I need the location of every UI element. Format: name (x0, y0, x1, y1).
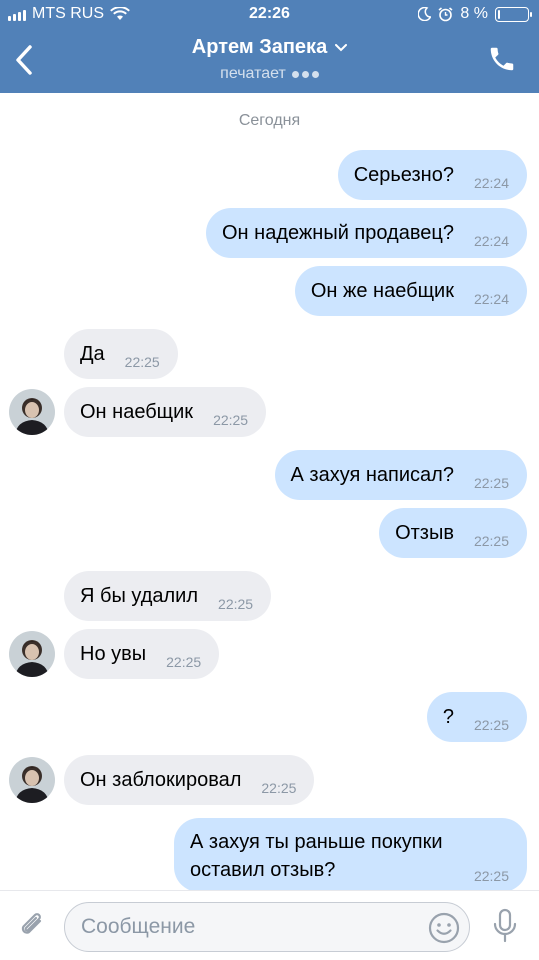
date-separator: Сегодня (238, 112, 301, 129)
message-time: 22:25 (473, 868, 509, 884)
message-text: Он же наебщик (310, 279, 454, 302)
message-time: 22:25 (124, 354, 160, 370)
message-text: Но увы (80, 642, 147, 665)
message-time: 22:24 (473, 233, 509, 249)
typing-dots-icon (291, 70, 319, 78)
phone-icon (490, 47, 514, 71)
message-bubble-incoming[interactable]: Я бы удалил 22:25 (64, 571, 272, 621)
message-list[interactable]: Сегодня Серьезно? 22:24 Он надежный прод… (0, 93, 539, 890)
message-text: Он надежный продавец? (222, 221, 454, 244)
message-bubble-incoming[interactable]: Он заблокировал 22:25 (64, 755, 315, 805)
message-time: 22:25 (218, 596, 254, 612)
message-field (64, 902, 470, 952)
message-bubble-incoming[interactable]: Да 22:25 (64, 329, 178, 379)
message-time: 22:25 (473, 533, 509, 549)
attach-button[interactable] (14, 907, 50, 943)
contact-avatar[interactable] (9, 389, 55, 435)
typing-status: печатает (0, 65, 539, 83)
message-time: 22:25 (473, 717, 509, 733)
battery-icon (495, 6, 532, 22)
message-text: Он наебщик (80, 400, 194, 423)
message-time: 22:25 (473, 475, 509, 491)
contact-avatar[interactable] (9, 631, 55, 677)
moon-icon (418, 7, 432, 21)
status-right: 8 % (418, 5, 532, 23)
battery-fill (498, 9, 500, 19)
microphone-icon (493, 908, 517, 943)
message-bubble-outgoing[interactable]: А захуя написал? 22:25 (274, 450, 527, 500)
message-text: А захуя написал? (290, 463, 454, 486)
message-time: 22:25 (166, 654, 202, 670)
message-bubble-outgoing[interactable]: ? 22:25 (426, 692, 527, 742)
voice-message-button[interactable] (487, 907, 523, 945)
message-text: ? (442, 705, 454, 728)
message-text: А захуя ты раньше покупки оставил отзыв? (190, 831, 443, 881)
message-text: Он заблокировал (80, 768, 242, 791)
message-time: 22:25 (213, 412, 249, 428)
message-bubble-outgoing[interactable]: Он надежный продавец? 22:24 (206, 208, 527, 258)
message-input[interactable] (81, 903, 421, 951)
message-text: Серьезно? (353, 163, 454, 186)
battery-percent: 8 % (460, 5, 488, 22)
status-bar: MTS RUS 22:26 8 % (0, 0, 539, 30)
smiley-icon (428, 912, 460, 944)
message-bubble-outgoing[interactable]: Серьезно? 22:24 (337, 150, 527, 200)
chat-header: MTS RUS 22:26 8 % Артем Запека печатает (0, 0, 539, 93)
message-text: Я бы удалил (80, 584, 199, 607)
message-bubble-outgoing[interactable]: Он же наебщик 22:24 (294, 266, 527, 316)
message-bubble-incoming[interactable]: Но увы 22:25 (64, 629, 220, 679)
chat-title-button[interactable]: Артем Запека (191, 36, 348, 59)
message-text: Отзыв (395, 521, 454, 544)
message-bubble-incoming[interactable]: Он наебщик 22:25 (64, 387, 267, 437)
alarm-icon (438, 6, 453, 21)
message-bubble-outgoing[interactable]: Отзыв 22:25 (379, 508, 527, 558)
message-text: Да (80, 342, 105, 365)
app-root: MTS RUS 22:26 8 % Артем Запека печатает … (0, 0, 539, 960)
message-input-bar (0, 890, 539, 960)
chevron-down-icon (335, 43, 348, 51)
message-time: 22:25 (261, 780, 297, 796)
message-time: 22:24 (473, 175, 509, 191)
chat-title: Артем Запека (191, 36, 328, 58)
message-time: 22:24 (473, 291, 509, 307)
paperclip-icon (21, 913, 42, 934)
chat-title-area: Артем Запека печатает (0, 36, 539, 83)
typing-label: печатает (220, 65, 286, 82)
message-bubble-outgoing[interactable]: А захуя ты раньше покупки оставил отзыв?… (174, 818, 527, 890)
emoji-button[interactable] (427, 911, 461, 945)
contact-avatar[interactable] (9, 757, 55, 803)
call-button[interactable] (487, 44, 519, 76)
